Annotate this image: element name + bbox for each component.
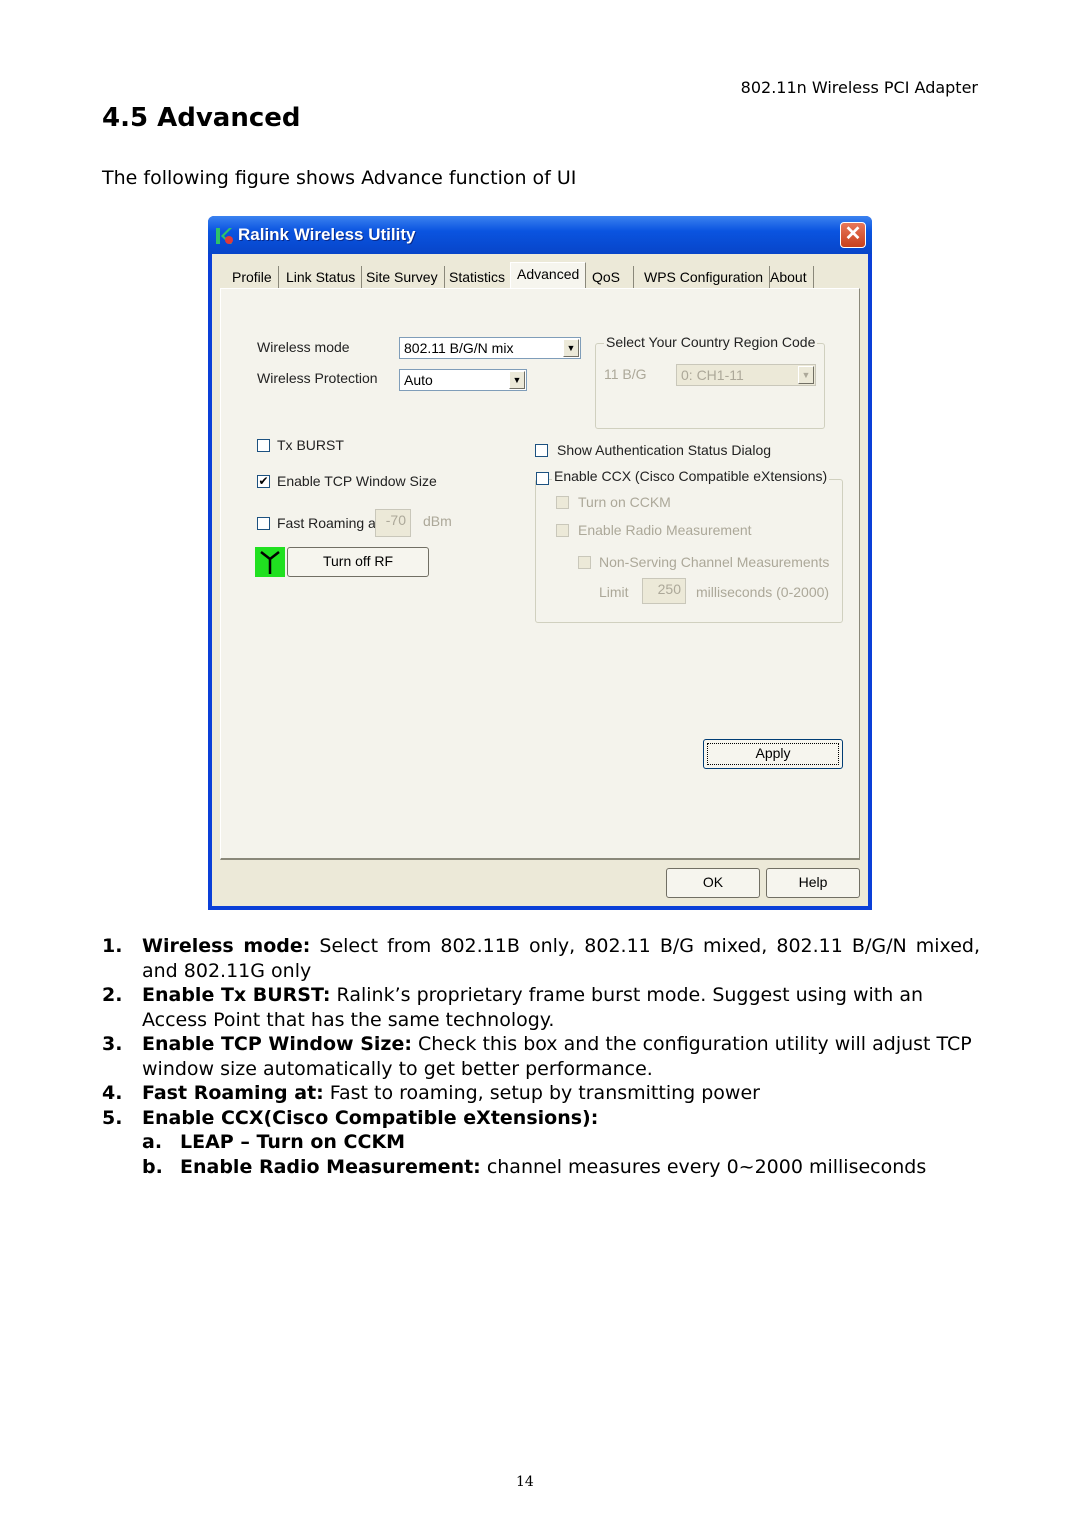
ccx-group: Enable CCX (Cisco Compatible eXtensions)… [535, 468, 843, 623]
ccx-checkbox[interactable] [536, 472, 549, 485]
wireless-mode-value: 802.11 B/G/N mix [404, 340, 514, 356]
radio-measurement-checkbox[interactable] [556, 524, 569, 537]
sub-list-item: a. LEAP – Turn on CCKM [102, 1130, 980, 1155]
list-text: Fast Roaming at: Fast to roaming, setup … [142, 1081, 760, 1106]
list-term: Enable Tx BURST: [142, 984, 331, 1006]
list-number: 4. [102, 1082, 123, 1104]
list-item: 2. Enable Tx BURST: Ralink’s proprietary… [102, 983, 980, 1032]
country-region-value: 0: CH1-11 [681, 367, 744, 383]
list-number: 5. [102, 1106, 123, 1129]
intro-text: The following figure shows Advance funct… [102, 167, 577, 189]
list-number: 1. [102, 935, 123, 957]
tab-wps-configuration[interactable]: WPS Configuration [638, 266, 771, 288]
country-band-label: 11 B/G [604, 366, 647, 382]
cckm-checkbox[interactable] [556, 496, 569, 509]
window-title: Ralink Wireless Utility [238, 225, 416, 244]
radio-measurement-label: Enable Radio Measurement [578, 522, 752, 538]
show-auth-checkbox[interactable] [535, 444, 548, 457]
list-text: Enable Radio Measurement: channel measur… [180, 1155, 926, 1180]
page-header: 802.11n Wireless PCI Adapter [740, 78, 978, 97]
tcp-window-checkbox[interactable]: ✔ [257, 475, 270, 488]
tab-advanced[interactable]: Advanced [510, 262, 587, 290]
list-desc: channel measures every 0~2000 millisecon… [480, 1155, 927, 1178]
fast-roaming-input[interactable]: -70 [375, 509, 411, 537]
title-bar[interactable]: Ralink Wireless Utility ✕ [208, 216, 872, 254]
list-text: Enable Tx BURST: Ralink’s proprietary fr… [142, 983, 980, 1032]
list-term: Enable CCX(Cisco Compatible eXtensions): [142, 1106, 599, 1129]
apply-button[interactable]: Apply [703, 739, 843, 769]
tab-qos[interactable]: QoS [586, 266, 634, 288]
chevron-down-icon[interactable]: ▼ [798, 366, 814, 384]
list-term: LEAP – Turn on CCKM [180, 1131, 406, 1153]
ccx-label: Enable CCX (Cisco Compatible eXtensions) [552, 468, 830, 484]
list-term: Wireless mode: [142, 935, 311, 957]
check-icon: ✔ [258, 474, 269, 488]
list-text: Wireless mode: Select from 802.11B only,… [142, 934, 980, 983]
ok-button[interactable]: OK [666, 868, 760, 898]
tcp-window-label: Enable TCP Window Size [277, 473, 437, 489]
fast-roaming-unit: dBm [423, 513, 452, 529]
section-title: 4.5 Advanced [102, 103, 301, 133]
list-item: 5. Enable CCX(Cisco Compatible eXtension… [102, 1106, 980, 1131]
tab-about[interactable]: About [764, 266, 814, 288]
fast-roaming-checkbox[interactable] [257, 517, 270, 530]
utility-window: Ralink Wireless Utility ✕ Profile Link S… [208, 216, 872, 910]
country-region-title: Select Your Country Region Code [604, 334, 818, 350]
country-region-group: Select Your Country Region Code 11 B/G 0… [595, 334, 825, 429]
cckm-label: Turn on CCKM [578, 494, 671, 510]
tab-profile[interactable]: Profile [226, 266, 279, 288]
help-button[interactable]: Help [766, 868, 860, 898]
limit-input[interactable]: 250 [642, 578, 686, 604]
show-auth-label: Show Authentication Status Dialog [557, 442, 772, 458]
wireless-protection-select[interactable]: Auto ▼ [399, 369, 527, 391]
list-text: LEAP – Turn on CCKM [180, 1130, 405, 1155]
close-button[interactable]: ✕ [840, 222, 866, 248]
feature-list: 1. Wireless mode: Select from 802.11B on… [102, 934, 980, 1179]
window-client: Profile Link Status Site Survey Statisti… [212, 254, 868, 906]
list-item: 3. Enable TCP Window Size: Check this bo… [102, 1032, 980, 1081]
list-number: 2. [102, 984, 123, 1006]
sub-list-item: b. Enable Radio Measurement: channel mea… [102, 1155, 980, 1180]
wireless-mode-label: Wireless mode [257, 339, 350, 355]
wireless-protection-label: Wireless Protection [257, 370, 378, 386]
limit-label: Limit [599, 584, 629, 600]
list-number: 3. [102, 1033, 123, 1055]
wireless-protection-value: Auto [404, 372, 433, 388]
chevron-down-icon[interactable]: ▼ [563, 339, 579, 357]
list-term: Enable Radio Measurement: [180, 1155, 481, 1178]
limit-unit: milliseconds (0-2000) [696, 584, 830, 600]
list-text: Enable CCX(Cisco Compatible eXtensions): [142, 1106, 598, 1131]
fast-roaming-label: Fast Roaming at [277, 515, 380, 531]
tx-burst-label: Tx BURST [277, 437, 344, 453]
tab-site-survey[interactable]: Site Survey [360, 266, 445, 288]
list-desc: Fast to roaming, setup by transmitting p… [323, 1082, 760, 1104]
focus-ring [707, 743, 839, 765]
tab-link-status[interactable]: Link Status [280, 266, 363, 288]
list-item: 1. Wireless mode: Select from 802.11B on… [102, 934, 980, 983]
list-text: Enable TCP Window Size: Check this box a… [142, 1032, 980, 1081]
tx-burst-checkbox[interactable] [257, 439, 270, 452]
chevron-down-icon[interactable]: ▼ [509, 371, 525, 389]
page-number: 14 [516, 1474, 534, 1490]
wireless-mode-select[interactable]: 802.11 B/G/N mix ▼ [399, 337, 581, 359]
antenna-icon [255, 547, 285, 577]
list-term: Enable TCP Window Size: [142, 1033, 412, 1055]
list-item: 4. Fast Roaming at: Fast to roaming, set… [102, 1081, 980, 1106]
turn-off-rf-button[interactable]: Turn off RF [287, 547, 429, 577]
ralink-logo-icon [216, 228, 233, 244]
advanced-panel: Wireless mode 802.11 B/G/N mix ▼ Wireles… [220, 288, 860, 860]
tab-statistics[interactable]: Statistics [443, 266, 513, 288]
non-serving-label: Non-Serving Channel Measurements [599, 554, 830, 570]
non-serving-checkbox[interactable] [578, 556, 591, 569]
list-term: Fast Roaming at: [142, 1082, 324, 1104]
list-number: a. [142, 1131, 163, 1153]
list-number: b. [142, 1155, 163, 1178]
country-region-select[interactable]: 0: CH1-11 ▼ [676, 364, 816, 386]
